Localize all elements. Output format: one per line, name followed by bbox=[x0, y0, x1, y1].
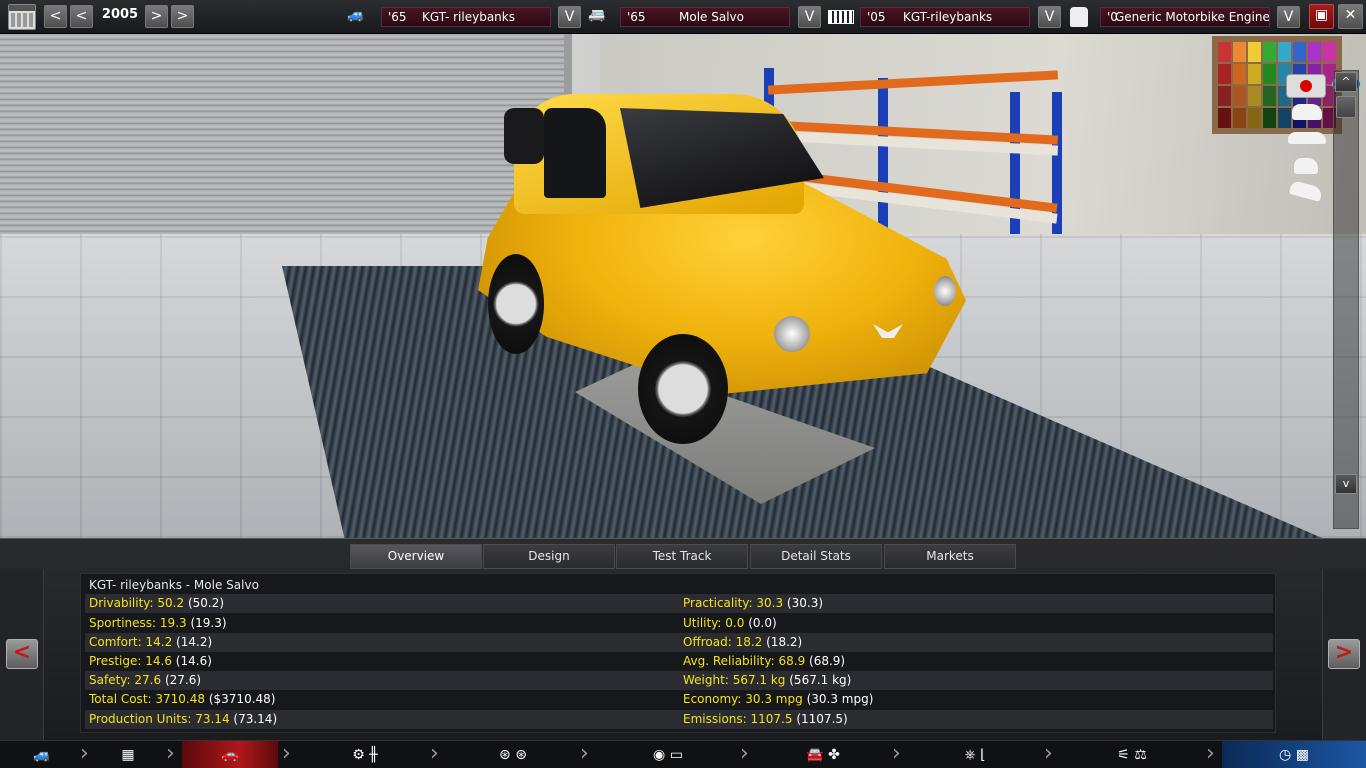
nav-chassis-icon[interactable]: ▦ bbox=[96, 741, 160, 768]
stat-prestige: Prestige: 14.6 (14.6) bbox=[89, 654, 212, 668]
year-display: 2005 bbox=[101, 7, 139, 22]
next-car-button[interactable]: > bbox=[1328, 639, 1360, 669]
nav-gearbox-icon[interactable]: ⚙ ╫ bbox=[300, 741, 430, 768]
camera-icon[interactable] bbox=[1286, 74, 1326, 98]
engine-selector-name: Generic Motorbike Engine bbox=[1115, 10, 1270, 24]
game-window: < < 2005 > > 🚙 '65 KGT- rileybanks V 🚐 '… bbox=[0, 0, 1366, 768]
model-selector-dropdown-button[interactable]: V bbox=[798, 6, 821, 28]
scroll-thumb[interactable] bbox=[1336, 96, 1356, 118]
prev-car-button[interactable]: < bbox=[6, 639, 38, 669]
chevron-right-icon: › bbox=[430, 741, 439, 766]
nav-wheels-icon[interactable]: ⊛ ⊛ bbox=[448, 741, 578, 768]
stat-reliability: Avg. Reliability: 68.9 (68.9) bbox=[683, 654, 846, 668]
nav-interior-icon[interactable]: ⎈ ⌊ bbox=[910, 741, 1040, 768]
chevron-right-icon: › bbox=[1044, 741, 1053, 766]
chevron-right-icon: › bbox=[166, 741, 175, 766]
car-selector[interactable]: '65 KGT- rileybanks bbox=[381, 7, 551, 27]
car-selector-dropdown-button[interactable]: V bbox=[558, 6, 581, 28]
chassis-icon bbox=[828, 10, 854, 24]
view-side-icon[interactable] bbox=[1288, 132, 1326, 144]
car-viewport[interactable]: ^ v ⤧ bbox=[0, 34, 1366, 538]
chevron-right-icon: › bbox=[580, 741, 589, 766]
tab-test-track[interactable]: Test Track bbox=[616, 544, 748, 569]
info-panel: Overview Design Test Track Detail Stats … bbox=[0, 538, 1366, 741]
model-selector[interactable]: '65 Mole Salvo bbox=[620, 7, 790, 27]
chassis-selector-dropdown-button[interactable]: V bbox=[1038, 6, 1061, 28]
tab-markets[interactable]: Markets bbox=[884, 544, 1016, 569]
stat-economy: Economy: 30.3 mpg (30.3 mpg) bbox=[683, 692, 874, 706]
view-rear-icon[interactable] bbox=[1294, 158, 1318, 174]
nav-brakes-icon[interactable]: ◉ ▭ bbox=[598, 741, 738, 768]
stat-production-units: Production Units: 73.14 (73.14) bbox=[89, 712, 278, 726]
car-selector-year: '65 bbox=[388, 10, 407, 24]
stats-row: Prestige: 14.6 (14.6) Avg. Reliability: … bbox=[85, 652, 1273, 671]
stat-weight: Weight: 567.1 kg (567.1 kg) bbox=[683, 673, 852, 687]
next-year-fast-button[interactable]: > bbox=[171, 5, 194, 28]
prev-year-button[interactable]: < bbox=[70, 5, 93, 28]
stat-sportiness: Sportiness: 19.3 (19.3) bbox=[89, 616, 227, 630]
stat-offroad: Offroad: 18.2 (18.2) bbox=[683, 635, 803, 649]
scroll-down-button[interactable]: v bbox=[1335, 474, 1357, 494]
model-selector-year: '65 bbox=[627, 10, 646, 24]
close-icon[interactable]: ✕ bbox=[1338, 4, 1363, 29]
save-icon[interactable]: ▣ bbox=[1309, 4, 1334, 29]
stats-row: Production Units: 73.14 (73.14) Emission… bbox=[85, 710, 1273, 729]
tab-design[interactable]: Design bbox=[483, 544, 615, 569]
car-model-icon: 🚙 bbox=[347, 7, 365, 23]
stat-practicality: Practicality: 30.3 (30.3) bbox=[683, 596, 824, 610]
engine-icon bbox=[1070, 7, 1088, 27]
tab-detail-stats[interactable]: Detail Stats bbox=[750, 544, 882, 569]
overview-stats: KGT- rileybanks - Mole Salvo Drivability… bbox=[80, 573, 1276, 733]
prev-year-fast-button[interactable]: < bbox=[44, 5, 67, 28]
stat-drivability: Drivability: 50.2 (50.2) bbox=[89, 596, 225, 610]
chevron-right-icon: › bbox=[80, 741, 89, 766]
chevron-right-icon: › bbox=[892, 741, 901, 766]
model-selector-name: Mole Salvo bbox=[679, 10, 744, 24]
car-selector-name: KGT- rileybanks bbox=[422, 10, 515, 24]
model-icon: 🚐 bbox=[588, 7, 606, 23]
stats-row: Total Cost: 3710.48 ($3710.48) Economy: … bbox=[85, 690, 1273, 709]
view-front-icon[interactable] bbox=[1292, 104, 1322, 120]
stat-emissions: Emissions: 1107.5 (1107.5) bbox=[683, 712, 848, 726]
chassis-selector-year: '05 bbox=[867, 10, 886, 24]
car-3d-model bbox=[478, 94, 966, 444]
car-title: KGT- rileybanks - Mole Salvo bbox=[89, 578, 259, 592]
chevron-right-icon: › bbox=[740, 741, 749, 766]
calendar-icon[interactable] bbox=[8, 4, 36, 30]
stats-row: Safety: 27.6 (27.6) Weight: 567.1 kg (56… bbox=[85, 671, 1273, 690]
nav-car-model-icon[interactable]: 🚙 bbox=[10, 741, 74, 768]
stats-row: Drivability: 50.2 (50.2) Practicality: 3… bbox=[85, 594, 1273, 613]
engine-selector[interactable]: '0 Generic Motorbike Engine bbox=[1100, 7, 1270, 27]
nav-car-lift-icon[interactable]: 🚗 bbox=[182, 741, 278, 768]
stat-comfort: Comfort: 14.2 (14.2) bbox=[89, 635, 213, 649]
chassis-selector[interactable]: '05 KGT-rileybanks bbox=[860, 7, 1030, 27]
tab-overview[interactable]: Overview bbox=[350, 544, 482, 569]
view-scrollbar[interactable] bbox=[1333, 70, 1359, 529]
engine-selector-dropdown-button[interactable]: V bbox=[1277, 6, 1300, 28]
nav-suspension-icon[interactable]: ⚟ ⚖ bbox=[1062, 741, 1202, 768]
stat-total-cost: Total Cost: 3710.48 ($3710.48) bbox=[89, 692, 276, 706]
stats-row: Comfort: 14.2 (14.2) Offroad: 18.2 (18.2… bbox=[85, 633, 1273, 652]
chassis-selector-name: KGT-rileybanks bbox=[903, 10, 993, 24]
chevron-right-icon: › bbox=[282, 741, 291, 766]
chevron-right-icon: › bbox=[1206, 741, 1215, 766]
stats-row: Sportiness: 19.3 (19.3) Utility: 0.0 (0.… bbox=[85, 614, 1273, 633]
design-step-navbar: 🚙 › ▦ › 🚗 › ⚙ ╫ › ⊛ ⊛ › ◉ ▭ › 🚘 ✤ › ⎈ ⌊ … bbox=[0, 740, 1366, 768]
scroll-up-button[interactable]: ^ bbox=[1335, 72, 1357, 92]
top-toolbar: < < 2005 > > 🚙 '65 KGT- rileybanks V 🚐 '… bbox=[0, 0, 1366, 34]
nav-test-finish-icon[interactable]: ◷ ▩ bbox=[1222, 741, 1366, 768]
next-year-button[interactable]: > bbox=[145, 5, 168, 28]
stat-safety: Safety: 27.6 (27.6) bbox=[89, 673, 202, 687]
nav-body-aero-icon[interactable]: 🚘 ✤ bbox=[758, 741, 888, 768]
stat-utility: Utility: 0.0 (0.0) bbox=[683, 616, 777, 630]
